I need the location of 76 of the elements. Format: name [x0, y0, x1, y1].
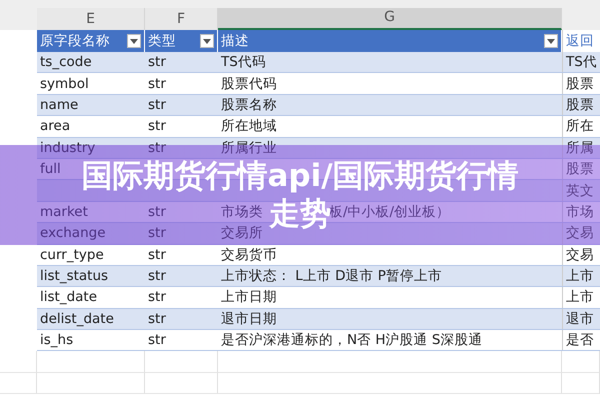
table-cell-text: TS代 — [566, 53, 597, 72]
table-cell-text: 交易 — [566, 246, 594, 264]
empty-cell[interactable] — [37, 351, 145, 373]
empty-cell[interactable] — [145, 351, 218, 373]
table-cell-text: str — [148, 246, 166, 263]
table-cell-text: 所在 — [566, 117, 594, 136]
table-cell-text: 退市日期 — [221, 310, 277, 328]
table-cell-text: 交易 — [566, 224, 594, 242]
table-cell-text: 股票名称 — [221, 96, 277, 114]
table-cell-text: str — [148, 268, 166, 284]
empty-cell[interactable] — [562, 372, 600, 394]
table-cell-text: 是否 — [566, 331, 594, 350]
banner-title: 国际期货行情api/国际期货行情 — [81, 157, 519, 195]
column-letter[interactable]: E — [37, 8, 145, 30]
table-cell-text: list_date — [40, 289, 98, 306]
table-cell-text: 退市 — [566, 310, 594, 328]
table-cell-text: 上市 — [566, 267, 594, 286]
column-header: 类型 — [148, 32, 176, 50]
table-cell-text: area — [40, 118, 70, 134]
table-cell-text: str — [148, 225, 166, 242]
table-cell-text: 所属行业 — [221, 138, 277, 157]
table-cell-text: str — [148, 310, 166, 327]
table-cell-text: market — [40, 204, 88, 220]
column-letter[interactable]: G — [218, 8, 562, 30]
table-cell-text: 所在地域 — [221, 117, 277, 136]
empty-cell[interactable] — [218, 351, 562, 373]
table-cell-text: TS代码 — [221, 53, 266, 72]
table-cell-text: str — [148, 289, 166, 306]
filter-dropdown-button[interactable] — [127, 34, 141, 48]
table-cell-text: is_hs — [40, 332, 74, 348]
column-letter[interactable]: F — [145, 8, 218, 30]
table-cell-text: 市场 — [566, 202, 594, 221]
empty-cell[interactable] — [0, 372, 37, 394]
table-cell-text: ts_code — [40, 54, 92, 70]
table-cell-text: name — [40, 96, 78, 113]
table-cell-text: 股票 — [566, 74, 594, 93]
table-cell-text: curr_type — [40, 246, 104, 263]
table-cell-text: str — [148, 76, 166, 92]
table-cell-text: 板/中小板/创业板） — [329, 204, 450, 220]
table-cell-text: 交易所 — [221, 224, 263, 242]
table-cell-text: exchange — [40, 225, 106, 242]
table-cell-text: 英文 — [566, 182, 594, 200]
empty-cell[interactable] — [218, 372, 562, 394]
column-header: 描述 — [221, 32, 249, 50]
empty-cell[interactable] — [145, 372, 218, 394]
caret-icon — [203, 38, 211, 44]
table-cell-text: str — [148, 96, 166, 113]
caret-icon — [547, 38, 555, 44]
table-cell-text: 上市状态： L上市 D退市 P暂停上市 — [221, 267, 442, 286]
table-cell-text: industry — [40, 140, 96, 156]
banner-title: 走势 — [269, 195, 331, 233]
table-cell-text: 市场类 — [221, 202, 263, 221]
empty-cell[interactable] — [562, 351, 600, 373]
table-cell-text: str — [148, 204, 166, 220]
table-cell-text: str — [148, 118, 166, 134]
table-cell-text: 上市日期 — [221, 288, 277, 306]
filter-dropdown-button[interactable] — [544, 34, 558, 48]
table-cell-text: 是否沪深港通标的，N否 H沪股通 S深股通 — [221, 331, 482, 350]
column-header: 原字段名称 — [40, 32, 110, 50]
table-cell-text: 交易货币 — [221, 246, 277, 264]
table-cell-text: str — [148, 54, 166, 70]
empty-cell[interactable] — [37, 372, 145, 394]
table-cell-text: list_status — [40, 268, 108, 284]
table-cell-text: symbol — [40, 76, 89, 92]
table-cell-text: full — [40, 161, 61, 178]
table-cell-text: 股票 — [566, 96, 594, 114]
table-cell-text: str — [148, 140, 166, 156]
empty-cell[interactable] — [0, 351, 37, 373]
table-cell-text: 所属 — [566, 138, 594, 157]
filter-dropdown-button[interactable] — [200, 34, 214, 48]
caret-icon — [130, 38, 138, 44]
table-cell-text: str — [148, 332, 166, 348]
table-cell-text: delist_date — [40, 310, 114, 327]
table-cell-text: 股票代码 — [221, 74, 277, 93]
table-cell-text: 股票 — [566, 160, 594, 178]
table-cell-text: 上市 — [566, 288, 594, 306]
